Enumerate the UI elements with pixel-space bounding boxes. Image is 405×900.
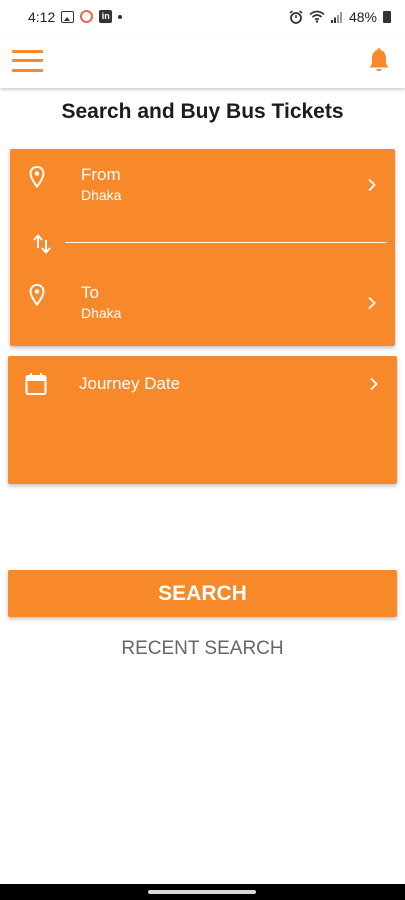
hamburger-menu-icon[interactable]: [12, 49, 43, 72]
chevron-right-icon: [370, 377, 378, 391]
home-handle[interactable]: [148, 890, 256, 894]
location-pin-icon: [29, 284, 45, 306]
alarm-icon: [289, 9, 303, 24]
bell-icon[interactable]: [367, 47, 391, 74]
to-value: Dhaka: [81, 305, 122, 321]
from-label: From: [81, 165, 121, 184]
chevron-right-icon: [368, 296, 376, 310]
location-pin-icon: [29, 166, 45, 188]
route-card: From Dhaka To Dhaka: [10, 149, 395, 346]
journey-date-label: Journey Date: [79, 374, 181, 393]
journey-date-selector[interactable]: Journey Date: [8, 356, 397, 484]
system-nav-bar: [0, 884, 405, 900]
calendar-icon: [25, 373, 47, 395]
status-time: 4:12: [28, 8, 56, 25]
to-label: To: [81, 283, 99, 302]
status-bar: 4:12 in 48%: [0, 0, 405, 33]
image-icon: [61, 10, 75, 23]
signal-icon: [330, 11, 342, 23]
status-left: 4:12 in: [28, 8, 123, 25]
to-selector[interactable]: To Dhaka: [10, 267, 395, 346]
wifi-icon: [309, 10, 325, 23]
swap-vertical-icon[interactable]: [32, 233, 52, 255]
status-right: 48%: [289, 9, 391, 25]
page-title: Search and Buy Bus Tickets: [61, 100, 344, 123]
battery-percentage: 48%: [348, 8, 377, 25]
search-button[interactable]: SEARCH: [8, 570, 397, 617]
linkedin-icon: in: [99, 10, 113, 23]
from-value: Dhaka: [81, 187, 122, 203]
battery-icon: [383, 10, 391, 23]
chevron-right-icon: [368, 178, 376, 192]
ring-icon: [80, 10, 94, 23]
recent-search-link[interactable]: RECENT SEARCH: [0, 638, 405, 660]
route-divider: [65, 242, 387, 243]
dot-icon: [118, 14, 123, 19]
from-selector[interactable]: From Dhaka: [10, 149, 395, 229]
app-bar: [0, 33, 405, 88]
